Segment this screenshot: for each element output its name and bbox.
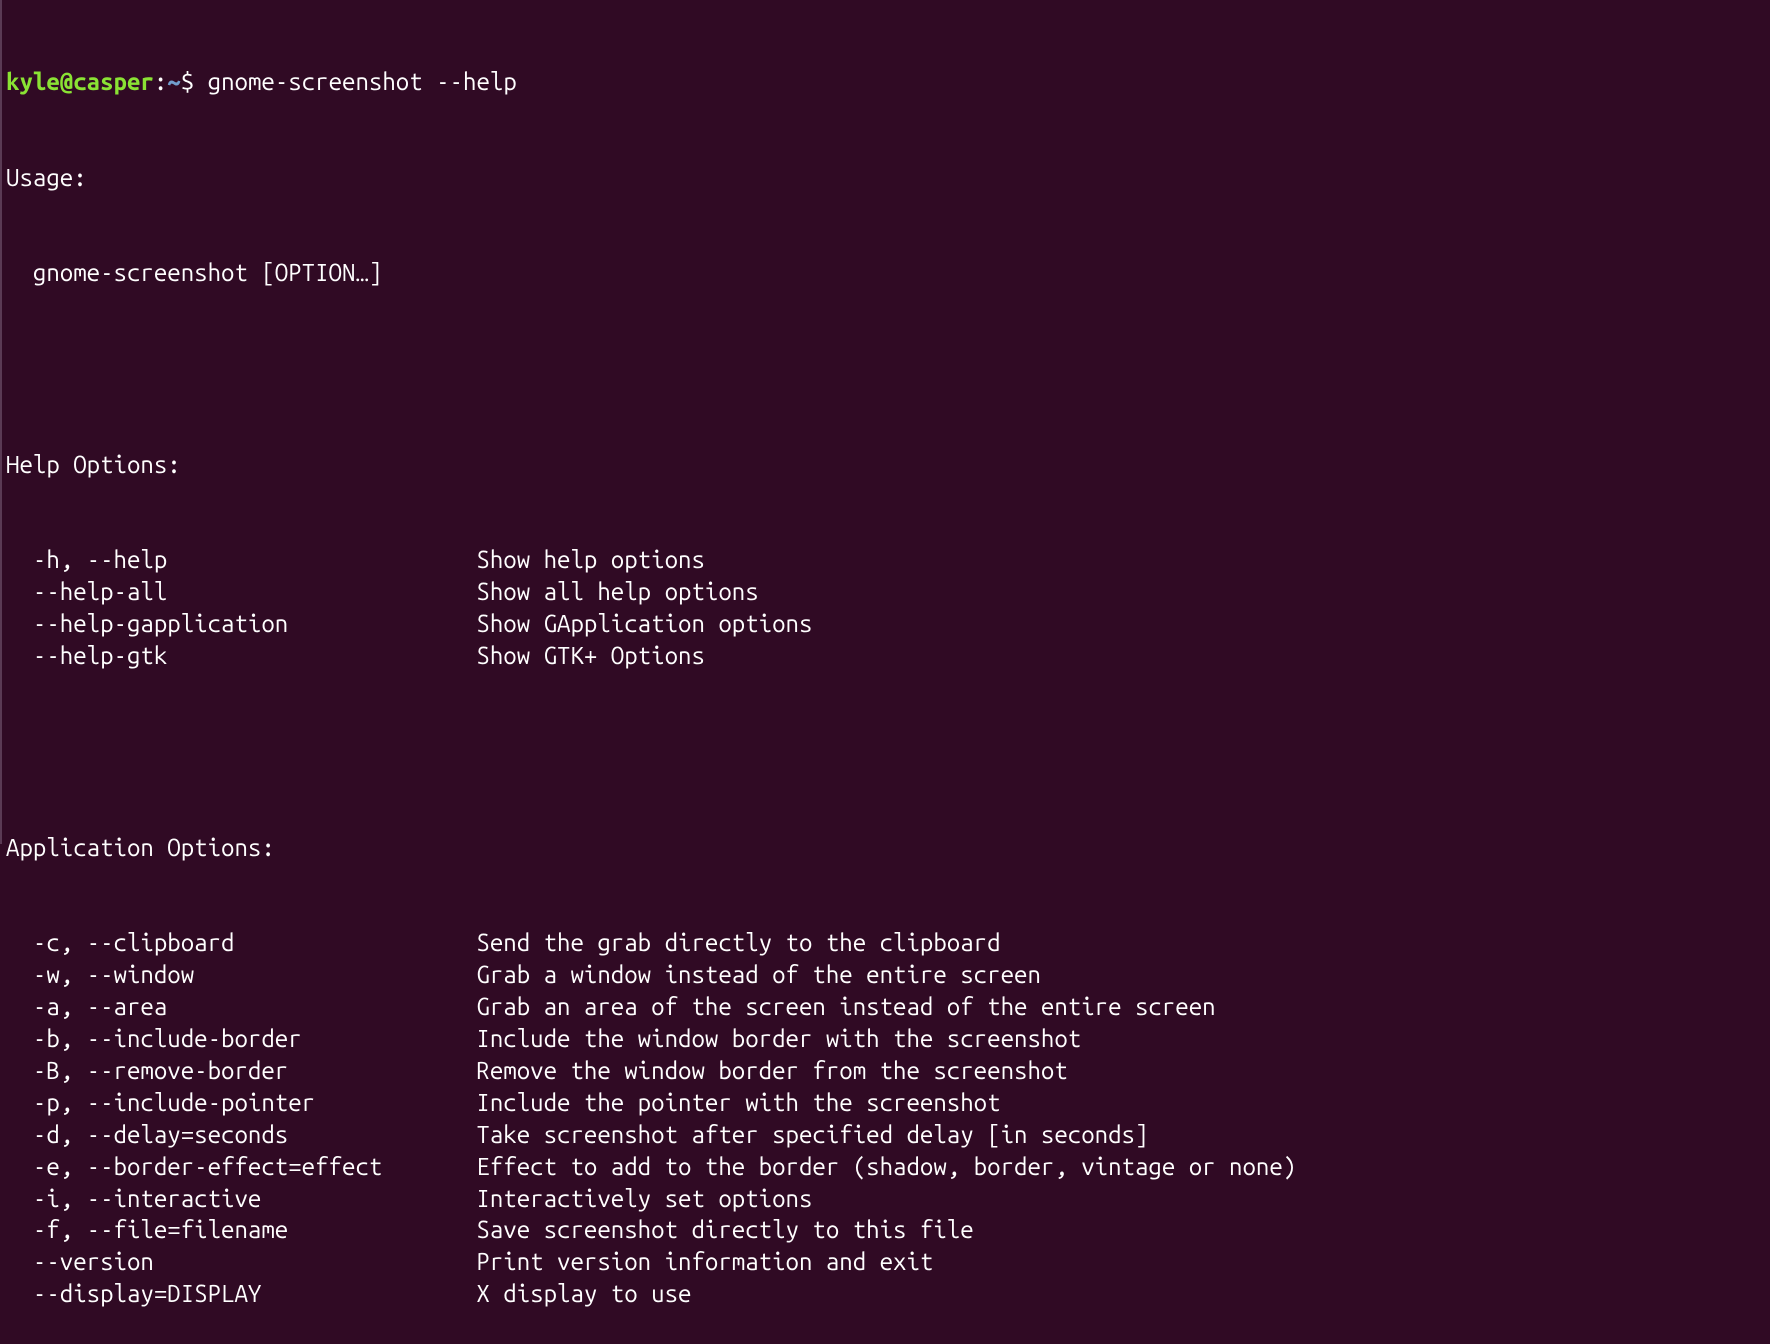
app-option-flag: -e, --border-effect=effect — [6, 1153, 476, 1180]
prompt-sep2: $ — [181, 68, 208, 95]
app-option-desc: Effect to add to the border (shadow, bor… — [476, 1153, 1296, 1180]
prompt-path: ~ — [167, 68, 180, 95]
help-options-header: Help Options: — [6, 449, 1766, 481]
blank-line — [6, 736, 1766, 768]
help-option-desc: Show GApplication options — [476, 610, 812, 637]
help-option-row: --help-gapplication Show GApplication op… — [6, 608, 1766, 640]
command-text: gnome-screenshot --help — [208, 68, 517, 95]
app-option-flag: -d, --delay=seconds — [6, 1121, 476, 1148]
prompt-line: kyle@casper:~$ gnome-screenshot --help — [6, 66, 1766, 98]
help-option-desc: Show help options — [476, 546, 704, 573]
app-option-row: -a, --area Grab an area of the screen in… — [6, 991, 1766, 1023]
help-option-flag: --help-gtk — [6, 642, 476, 669]
app-option-desc: Take screenshot after specified delay [i… — [476, 1121, 1148, 1148]
app-option-desc: Interactively set options — [476, 1185, 812, 1212]
blank-line — [6, 353, 1766, 385]
help-option-desc: Show GTK+ Options — [476, 642, 704, 669]
app-option-desc: Include the window border with the scree… — [476, 1025, 1081, 1052]
prompt-sep1: : — [154, 68, 167, 95]
app-option-desc: Remove the window border from the screen… — [476, 1057, 1067, 1084]
app-option-flag: -B, --remove-border — [6, 1057, 476, 1084]
app-option-flag: --display=DISPLAY — [6, 1280, 476, 1307]
terminal-output[interactable]: kyle@casper:~$ gnome-screenshot --help U… — [2, 0, 1770, 1344]
usage-header: Usage: — [6, 162, 1766, 194]
app-option-desc: Save screenshot directly to this file — [476, 1216, 973, 1243]
app-option-flag: -f, --file=filename — [6, 1216, 476, 1243]
app-option-flag: -w, --window — [6, 961, 476, 988]
help-option-desc: Show all help options — [476, 578, 758, 605]
usage-line: gnome-screenshot [OPTION…] — [6, 257, 1766, 289]
app-option-desc: X display to use — [476, 1280, 691, 1307]
app-option-desc: Print version information and exit — [476, 1248, 933, 1275]
app-option-flag: --version — [6, 1248, 476, 1275]
app-option-row: -w, --window Grab a window instead of th… — [6, 959, 1766, 991]
help-option-row: -h, --help Show help options — [6, 544, 1766, 576]
help-option-row: --help-gtk Show GTK+ Options — [6, 640, 1766, 672]
app-option-desc: Include the pointer with the screenshot — [476, 1089, 1000, 1116]
app-option-row: -d, --delay=seconds Take screenshot afte… — [6, 1119, 1766, 1151]
app-option-row: --display=DISPLAY X display to use — [6, 1278, 1766, 1310]
app-option-row: -p, --include-pointer Include the pointe… — [6, 1087, 1766, 1119]
app-option-flag: -i, --interactive — [6, 1185, 476, 1212]
app-option-row: --version Print version information and … — [6, 1246, 1766, 1278]
app-option-row: -B, --remove-border Remove the window bo… — [6, 1055, 1766, 1087]
help-option-flag: --help-gapplication — [6, 610, 476, 637]
app-option-flag: -p, --include-pointer — [6, 1089, 476, 1116]
app-options-header: Application Options: — [6, 832, 1766, 864]
app-option-row: -c, --clipboard Send the grab directly t… — [6, 927, 1766, 959]
prompt-user: kyle@casper — [6, 68, 154, 95]
app-option-desc: Send the grab directly to the clipboard — [476, 929, 1000, 956]
app-option-desc: Grab a window instead of the entire scre… — [476, 961, 1040, 988]
app-option-row: -i, --interactive Interactively set opti… — [6, 1183, 1766, 1215]
app-option-desc: Grab an area of the screen instead of th… — [476, 993, 1215, 1020]
help-option-flag: -h, --help — [6, 546, 476, 573]
app-option-flag: -a, --area — [6, 993, 476, 1020]
help-option-row: --help-all Show all help options — [6, 576, 1766, 608]
app-option-flag: -c, --clipboard — [6, 929, 476, 956]
help-option-flag: --help-all — [6, 578, 476, 605]
app-option-flag: -b, --include-border — [6, 1025, 476, 1052]
app-option-row: -b, --include-border Include the window … — [6, 1023, 1766, 1055]
app-option-row: -e, --border-effect=effect Effect to add… — [6, 1151, 1766, 1183]
app-option-row: -f, --file=filename Save screenshot dire… — [6, 1214, 1766, 1246]
